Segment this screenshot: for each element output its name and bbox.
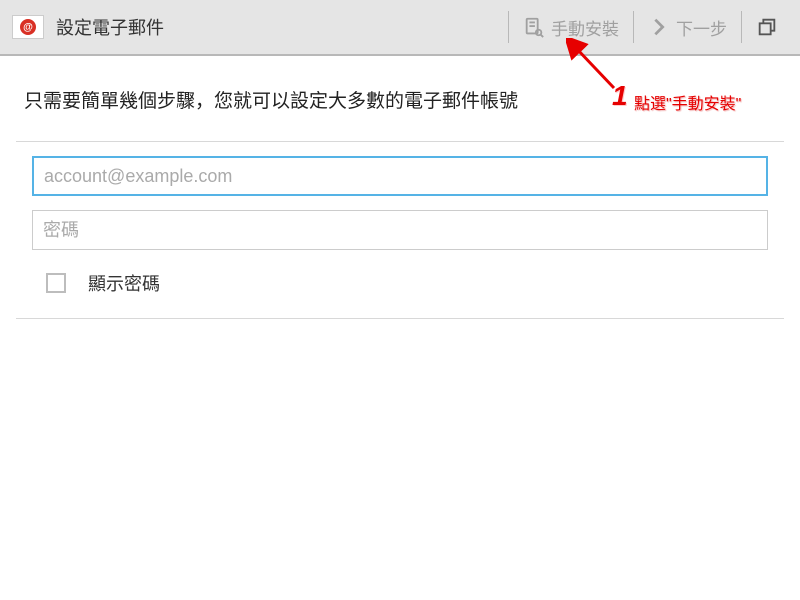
header-bar: @ 設定電子郵件 手動安裝 下一步 <box>0 0 800 56</box>
next-label: 下一步 <box>676 15 727 40</box>
content-area: 只需要簡單幾個步驟，您就可以設定大多數的電子郵件帳號 顯示密碼 <box>0 56 800 319</box>
password-input[interactable] <box>32 210 768 250</box>
manual-setup-button[interactable]: 手動安裝 <box>513 0 629 54</box>
instruction-text: 只需要簡單幾個步驟，您就可以設定大多數的電子郵件帳號 <box>16 86 784 113</box>
manual-setup-label: 手動安裝 <box>551 15 619 40</box>
chevron-right-icon <box>648 16 670 38</box>
email-input[interactable] <box>32 156 768 196</box>
window-restore-icon <box>756 16 778 38</box>
page-title: 設定電子郵件 <box>56 14 504 40</box>
at-symbol-icon: @ <box>20 19 36 35</box>
show-password-row[interactable]: 顯示密碼 <box>16 250 784 318</box>
divider-line <box>16 318 784 319</box>
show-password-checkbox[interactable] <box>46 273 66 293</box>
next-button[interactable]: 下一步 <box>638 0 737 54</box>
window-restore-button[interactable] <box>746 0 788 54</box>
divider <box>508 11 509 43</box>
header-actions: 手動安裝 下一步 <box>504 0 788 54</box>
password-field-wrap <box>16 196 784 250</box>
email-field-wrap <box>16 142 784 196</box>
divider <box>633 11 634 43</box>
show-password-label: 顯示密碼 <box>88 270 160 296</box>
email-app-icon: @ <box>12 15 44 39</box>
manual-setup-icon <box>523 16 545 38</box>
divider <box>741 11 742 43</box>
